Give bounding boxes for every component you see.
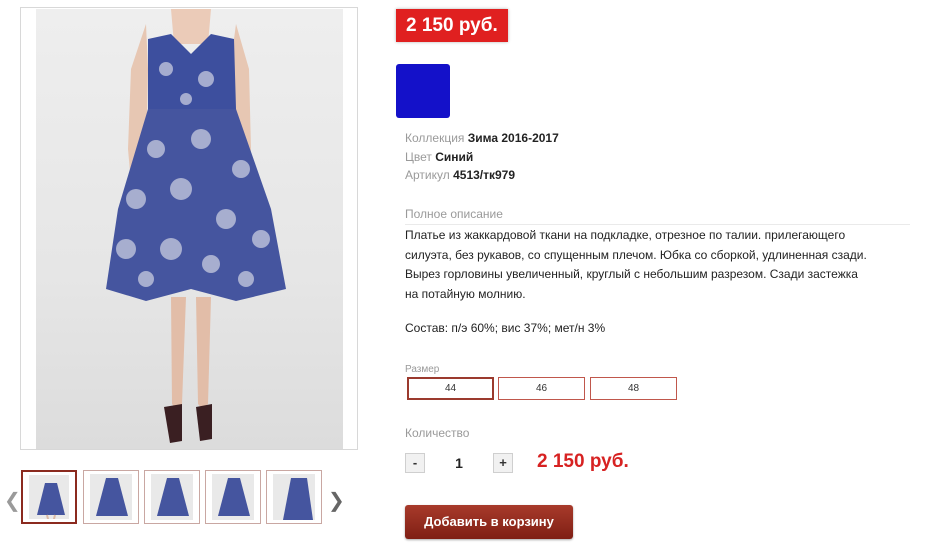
quantity-decrement-button[interactable]: - bbox=[405, 453, 425, 473]
collection-value: Зима 2016-2017 bbox=[467, 131, 559, 145]
color-row: Цвет Синий bbox=[405, 150, 473, 164]
description-line: Платье из жаккардовой ткани на подкладке… bbox=[405, 228, 846, 242]
thumbnail-5[interactable] bbox=[266, 470, 322, 524]
composition: Состав: п/э 60%; вис 37%; мет/н 3% bbox=[405, 321, 606, 335]
description-line: на потайную молнию. bbox=[405, 286, 526, 301]
thumbnail-image bbox=[273, 474, 315, 520]
chevron-left-icon[interactable]: ❮ bbox=[4, 488, 21, 512]
thumbnail-2[interactable] bbox=[83, 470, 139, 524]
article-label: Артикул bbox=[405, 168, 450, 182]
add-to-cart-button[interactable]: Добавить в корзину bbox=[405, 505, 573, 539]
description-title: Полное описание bbox=[405, 207, 503, 221]
dress-image bbox=[36, 9, 343, 449]
divider bbox=[405, 224, 910, 225]
description-text: Платье из жаккардовой ткани на подкладке… bbox=[405, 226, 917, 304]
article-row: Артикул 4513/тк979 bbox=[405, 168, 515, 182]
description-line: силуэта, без рукавов, со спущенным плечо… bbox=[405, 247, 867, 262]
thumbnail-image bbox=[212, 474, 254, 520]
thumbnail-4[interactable] bbox=[205, 470, 261, 524]
thumbnail-image bbox=[151, 474, 193, 520]
size-title: Размер bbox=[405, 364, 440, 375]
quantity-increment-button[interactable]: + bbox=[493, 453, 513, 473]
thumbnail-image bbox=[90, 474, 132, 520]
size-button-46[interactable]: 46 bbox=[498, 377, 585, 400]
color-swatch[interactable] bbox=[396, 64, 450, 118]
description-line: Вырез горловины увеличенный, круглый с н… bbox=[405, 267, 858, 281]
thumbnail-image bbox=[29, 475, 69, 519]
thumbnail-1[interactable] bbox=[21, 470, 77, 524]
quantity-value[interactable]: 1 bbox=[450, 455, 468, 471]
size-button-44[interactable]: 44 bbox=[407, 377, 494, 400]
article-value: 4513/тк979 bbox=[453, 168, 516, 182]
collection-label: Коллекция bbox=[405, 131, 465, 145]
chevron-right-icon[interactable]: ❯ bbox=[328, 488, 345, 512]
color-value: Синий bbox=[435, 150, 474, 164]
thumbnail-gallery: ❮ ❯ bbox=[0, 470, 360, 526]
collection-row: Коллекция Зима 2016-2017 bbox=[405, 131, 559, 145]
main-product-photo[interactable] bbox=[20, 7, 358, 450]
total-price: 2 150 руб. bbox=[537, 451, 629, 472]
color-label: Цвет bbox=[405, 150, 432, 164]
price-badge: 2 150 руб. bbox=[396, 9, 508, 42]
thumbnail-3[interactable] bbox=[144, 470, 200, 524]
quantity-title: Количество bbox=[405, 426, 470, 440]
size-button-48[interactable]: 48 bbox=[590, 377, 677, 400]
